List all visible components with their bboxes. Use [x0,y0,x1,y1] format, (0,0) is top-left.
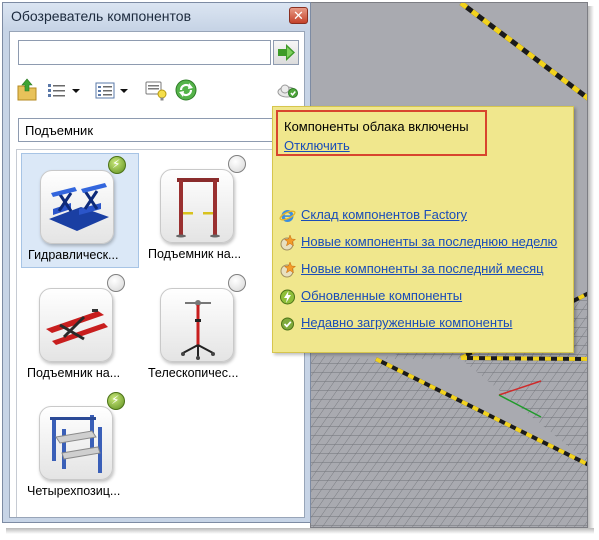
tips-button[interactable] [144,78,168,102]
window-shadow [588,6,594,530]
disable-cloud-link[interactable]: Отключить [284,138,350,153]
updated-status-icon [107,392,125,410]
not-downloaded-status-icon [228,155,246,173]
link-updated-components[interactable]: Обновленные компоненты [279,287,571,307]
green-arrow-right-icon [278,44,295,61]
component-tile[interactable]: Подъемник на... [142,153,260,268]
not-downloaded-status-icon [107,274,125,292]
component-thumbnail [39,406,113,480]
link-factory-warehouse[interactable]: Склад компонентов Factory [279,206,571,226]
new-component-star-icon [280,234,296,251]
list-view-icon [48,84,65,97]
cloud-status-text: Компоненты облака включены [284,119,469,134]
link-label: Обновленные компоненты [301,288,463,303]
refresh-button[interactable] [174,78,198,102]
component-browser-panel: Обозреватель компонентов ✕ Подъемник ⚡ Г… [2,2,311,523]
cloud-icon [277,84,298,98]
updated-status-icon [108,156,126,174]
close-button[interactable]: ✕ [289,7,308,24]
link-label: Склад компонентов Factory [301,207,467,222]
title-bar[interactable]: Обозреватель компонентов ✕ [3,3,310,29]
cloud-button[interactable] [276,78,300,102]
tip-lightbulb-icon [145,81,167,101]
component-thumbnail [160,288,234,362]
dropdown-arrow-icon [120,89,128,93]
dropdown-arrow-icon [72,89,80,93]
details-view-button[interactable] [94,78,116,102]
new-component-star-icon [280,261,296,278]
application-canvas: Обозреватель компонентов ✕ Подъемник ⚡ Г… [0,0,599,540]
close-icon: ✕ [293,8,304,23]
scissor-lift-image [46,309,108,345]
category-field[interactable]: Подъемник [18,118,299,142]
component-tile[interactable]: Четырехпозиц... [21,390,139,505]
list-view-button[interactable] [46,78,68,102]
cloud-status-box: Компоненты облака включены Отключить [276,110,487,156]
folder-up-button[interactable] [16,78,38,102]
internet-explorer-icon [279,210,296,222]
link-label: Новые компоненты за последний месяц [301,261,544,276]
component-thumbnail [160,169,234,243]
refresh-icon [175,79,197,101]
telescopic-stand-image [181,300,215,360]
component-name: Гидравлическ... [28,248,119,262]
component-name: Телескопичес... [148,366,239,380]
link-label: Новые компоненты за последнюю неделю [301,234,558,249]
link-new-last-month[interactable]: Новые компоненты за последний месяц [279,260,571,280]
window-shadow [6,528,594,534]
link-label: Недавно загруженные компоненты [301,315,513,330]
not-downloaded-status-icon [228,274,246,292]
hydraulic-lift-image [49,183,109,231]
category-value: Подъемник [25,123,94,138]
four-post-lift-image [50,415,102,473]
details-view-icon [95,82,115,99]
link-recently-downloaded[interactable]: Недавно загруженные компоненты [279,314,571,334]
component-tile[interactable]: Гидравлическ... [21,153,139,268]
component-name: Четырехпозиц... [27,484,121,498]
component-tile[interactable]: Телескопичес... [142,272,260,387]
link-new-last-week[interactable]: Новые компоненты за последнюю неделю [279,233,571,253]
details-view-dropdown[interactable] [118,78,130,102]
search-input[interactable] [18,40,271,65]
component-thumbnail [40,170,114,244]
component-name: Подъемник на... [27,366,121,380]
panel-body: Подъемник ⚡ Гидравлическ... Подъемник на… [9,31,305,518]
component-list: Гидравлическ... [16,149,299,517]
component-thumbnail [39,288,113,362]
list-view-dropdown[interactable] [70,78,82,102]
component-name: Подъемник на... [148,247,242,261]
component-tile[interactable]: Подъемник на... [21,272,139,387]
cloud-components-popup: Компоненты облака включены Отключить Скл… [272,106,574,353]
panel-title: Обозреватель компонентов [11,8,192,24]
folder-up-icon [17,78,37,101]
search-go-button[interactable] [273,40,299,65]
downloaded-check-icon [281,317,294,331]
two-post-lift-image [176,178,220,238]
updated-bolt-icon [280,289,295,305]
